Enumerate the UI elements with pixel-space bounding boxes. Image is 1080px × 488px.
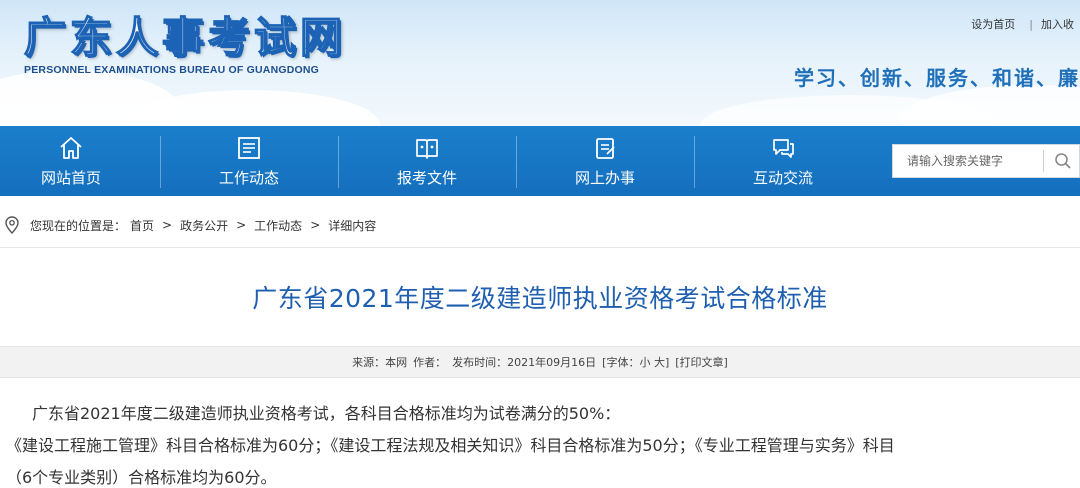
clipboard-icon: [596, 137, 615, 159]
nav-item-exam-docs[interactable]: 报考文件: [338, 126, 516, 196]
breadcrumb-separator: >: [162, 218, 173, 232]
search-icon[interactable]: [1054, 152, 1072, 170]
news-board-icon: [238, 136, 260, 159]
nav-item-online-services[interactable]: 网上办事: [516, 126, 694, 196]
breadcrumb-item-gov-affairs[interactable]: 政务公开: [180, 217, 228, 234]
nav-item-work-news[interactable]: 工作动态: [160, 126, 338, 196]
breadcrumb-separator: >: [236, 218, 247, 232]
header-banner: 广东人事考试网 PERSONNEL EXAMINATIONS BUREAU OF…: [0, 0, 1080, 126]
chat-icon: [773, 138, 794, 158]
book-icon: [416, 138, 438, 159]
breadcrumb-item-detail: 详细内容: [328, 218, 377, 233]
nav-item-label: 报考文件: [396, 168, 457, 187]
nav-item-interaction[interactable]: 互动交流: [694, 126, 872, 196]
breadcrumb-separator: >: [310, 218, 321, 232]
font-size-toggle[interactable]: [字体：小 大]: [602, 354, 669, 370]
home-icon: [60, 136, 82, 159]
location-pin-icon: [5, 216, 19, 234]
nav-item-label: 工作动态: [218, 168, 279, 187]
breadcrumb-item-work-news[interactable]: 工作动态: [254, 217, 302, 234]
nav-item-label: 互动交流: [752, 168, 813, 187]
breadcrumb-divider: [0, 247, 1080, 248]
article-publish-date: 发布时间：2021年09月16日: [452, 356, 597, 369]
breadcrumb-prefix: 您现在的位置是：: [30, 218, 127, 233]
print-article-button[interactable]: [打印文章]: [675, 354, 728, 370]
article-paragraph: 广东省2021年度二级建造师执业资格考试，各科目合格标准均为试卷满分的50%：: [32, 404, 621, 423]
breadcrumb: 您现在的位置是： 首页 > 政务公开 > 工作动态 > 详细内容: [0, 210, 1080, 240]
article-meta-bar: 来源：本网 作者： 发布时间：2021年09月16日 [字体：小 大] [打印文…: [0, 346, 1080, 378]
breadcrumb-item-home[interactable]: 首页: [130, 217, 154, 234]
article-body: 广东省2021年度二级建造师执业资格考试，各科目合格标准均为试卷满分的50%： …: [6, 398, 1080, 488]
set-homepage-link[interactable]: 设为首页: [971, 18, 1015, 31]
site-logo-title[interactable]: 广东人事考试网: [23, 4, 346, 65]
top-links: 设为首页 | 加入收: [971, 16, 1080, 32]
article-title: 广东省2021年度二级建造师执业资格考试合格标准: [252, 284, 828, 313]
nav-item-home[interactable]: 网站首页: [0, 126, 160, 196]
add-favorite-link[interactable]: 加入收: [1041, 18, 1074, 31]
nav-item-label: 网站首页: [40, 168, 101, 187]
nav-item-label: 网上办事: [574, 168, 635, 187]
site-slogan: 学习、创新、服务、和谐、廉: [794, 66, 1080, 90]
cloud-decoration: [900, 85, 1080, 126]
site-logo-subtitle: PERSONNEL EXAMINATIONS BUREAU OF GUANGDO…: [24, 64, 320, 76]
article-source: 来源：本网: [352, 356, 408, 369]
article-author: 作者：: [413, 356, 447, 369]
search-box: [892, 144, 1080, 178]
article-paragraph: （6个专业类别）合格标准均为60分。: [6, 468, 277, 487]
search-input[interactable]: [893, 146, 1043, 176]
search-separator: [1043, 150, 1044, 172]
link-separator: |: [1029, 18, 1033, 31]
article-paragraph: 《建设工程施工管理》科目合格标准为60分；《建设工程法规及相关知识》科目合格标准…: [6, 436, 895, 455]
